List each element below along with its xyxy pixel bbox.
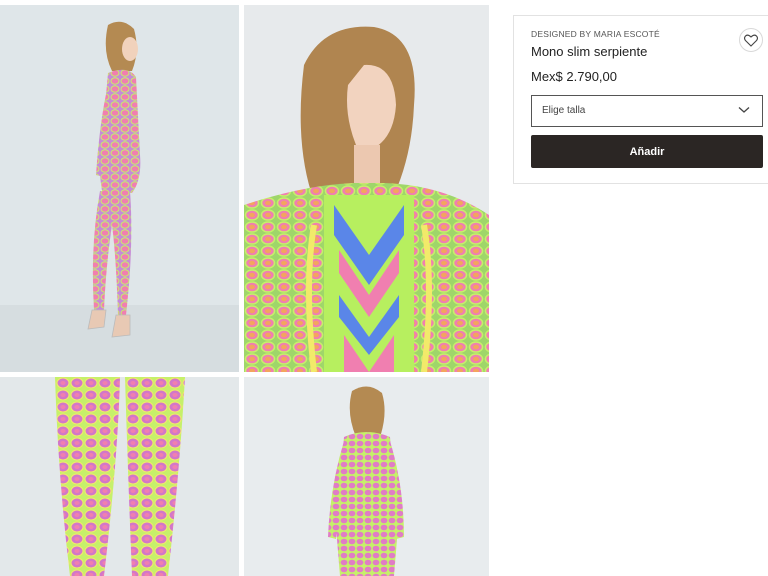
model-closeup-image [244, 5, 489, 372]
size-select-label: Elige talla [542, 105, 586, 116]
favorite-button[interactable] [739, 28, 763, 52]
model-side-image [0, 5, 239, 372]
product-photo-back[interactable] [244, 377, 489, 576]
product-title: Mono slim serpiente [531, 44, 648, 59]
model-back-image [244, 377, 489, 576]
size-select[interactable]: Elige talla [531, 95, 763, 127]
product-price: Mex$ 2.790,00 [531, 69, 618, 84]
product-gallery [0, 0, 490, 576]
add-to-cart-button[interactable]: Añadir [531, 135, 763, 168]
legs-detail-image [0, 377, 239, 576]
heart-icon [744, 34, 758, 47]
product-info-panel: DESIGNED BY MARIA ESCOTÉ Mono slim serpi… [513, 15, 768, 184]
product-photo-legs[interactable] [0, 377, 239, 576]
product-photo-closeup[interactable] [244, 5, 489, 372]
designer-label: DESIGNED BY MARIA ESCOTÉ [531, 29, 660, 39]
product-photo-side[interactable] [0, 5, 239, 372]
chevron-down-icon [738, 107, 750, 113]
